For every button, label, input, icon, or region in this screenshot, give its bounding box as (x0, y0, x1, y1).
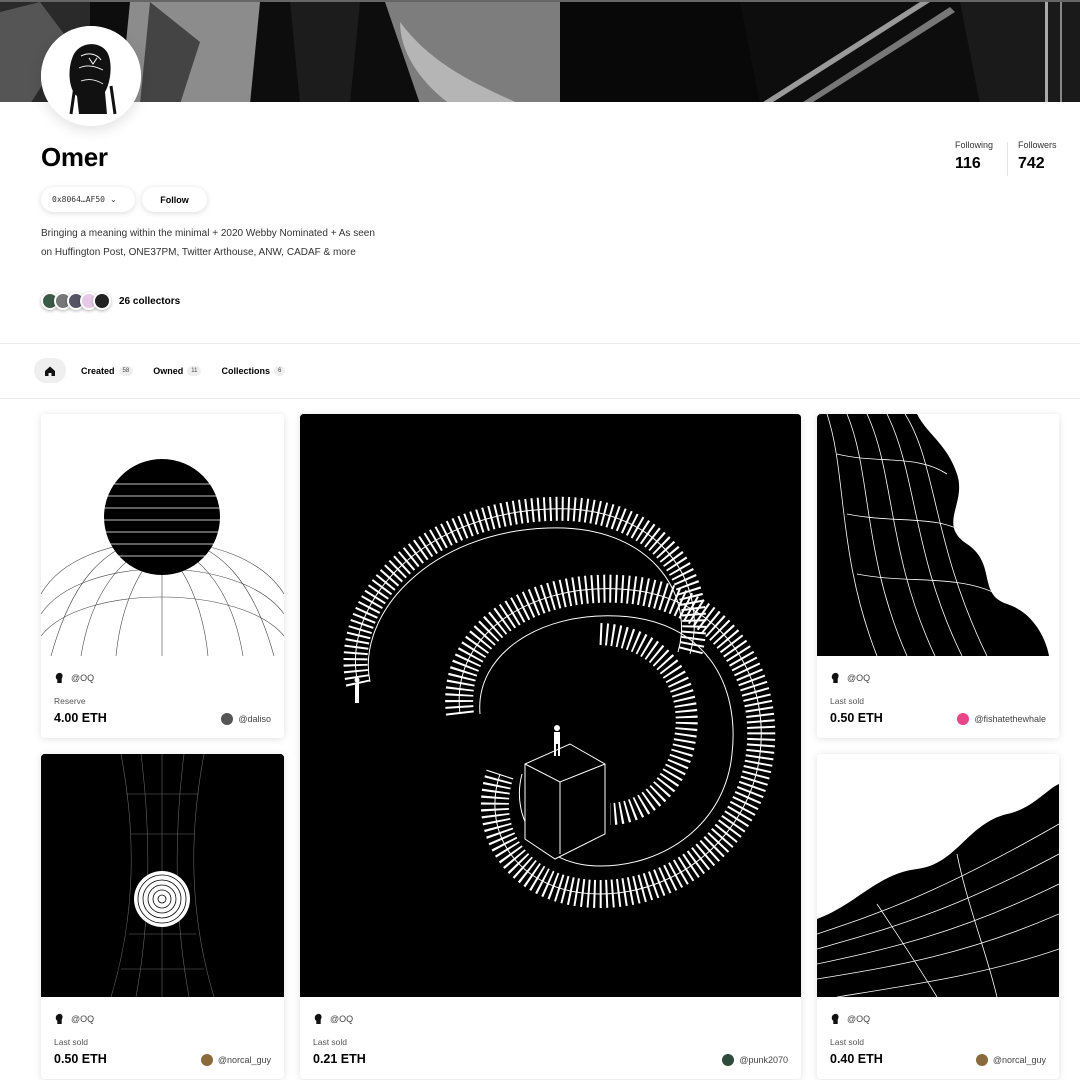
price-status-label: Last sold (830, 1037, 865, 1047)
price-status-label: Last sold (313, 1037, 348, 1047)
creator-handle: @OQ (71, 1013, 95, 1024)
tab-collections[interactable]: Collections 6 (221, 365, 286, 376)
section-divider (0, 398, 1080, 399)
nft-card[interactable]: @OQ Last sold 0.50 ETH @fishatethewhale (817, 414, 1059, 738)
price-status-label: Last sold (54, 1037, 89, 1047)
card-meta: @OQ Reserve 4.00 ETH @daliso (41, 656, 284, 738)
card-creator[interactable]: @OQ (54, 1013, 94, 1024)
profile-bio: Bringing a meaning within the minimal + … (41, 228, 375, 258)
price-value: 0.40 ETH (830, 1052, 883, 1066)
profile-name: Omer (41, 142, 108, 172)
creator-handle: @OQ (847, 672, 871, 683)
following-count: 116 (955, 155, 981, 172)
wallet-address-dropdown[interactable]: 0x8064…AF50 ⌄ (41, 187, 135, 212)
following-stat[interactable]: Following 116 (955, 140, 993, 173)
buyer-avatar (975, 1054, 988, 1066)
profile-tabs: Created 58 Owned 11 Collections 6 (34, 358, 305, 383)
price-status-label: Last sold (830, 696, 865, 706)
price-value: 0.50 ETH (54, 1052, 107, 1066)
buyer-handle: @norcal_guy (992, 1055, 1046, 1065)
tab-label: Collections (221, 365, 270, 376)
card-creator[interactable]: @OQ (313, 1013, 353, 1024)
nft-card[interactable]: @OQ Reserve 4.00 ETH @daliso (41, 414, 284, 738)
followers-stat[interactable]: Followers 742 (1018, 140, 1057, 173)
buyer-avatar (722, 1054, 735, 1066)
card-creator[interactable]: @OQ (54, 672, 94, 683)
card-creator[interactable]: @OQ (830, 672, 870, 683)
card-meta: @OQ Last sold 0.21 ETH @punk2070 (300, 997, 801, 1079)
card-meta: @OQ Last sold 0.40 ETH @norcal_guy (817, 997, 1059, 1079)
price-value: 0.21 ETH (313, 1052, 366, 1066)
card-creator[interactable]: @OQ (830, 1013, 870, 1024)
nft-card[interactable]: @OQ Last sold 0.40 ETH @norcal_guy (817, 754, 1059, 1079)
buyer-handle: @daliso (238, 714, 271, 724)
tab-count: 6 (273, 365, 286, 376)
buyer-avatar (200, 1054, 213, 1066)
nft-card[interactable]: @OQ Last sold 0.21 ETH @punk2070 (300, 414, 801, 1079)
buyer-handle: @punk2070 (739, 1055, 788, 1065)
tab-count: 11 (187, 365, 202, 376)
card-buyer[interactable]: @norcal_guy (975, 1054, 1046, 1066)
price-value: 0.50 ETH (830, 711, 883, 725)
card-buyer[interactable]: @daliso (221, 713, 271, 725)
creator-avatar-icon (314, 1013, 322, 1024)
nft-artwork[interactable] (300, 414, 801, 997)
profile-banner (0, 0, 1080, 102)
collectors-count: 26 collectors (119, 295, 181, 307)
tab-label: Owned (153, 365, 184, 376)
tab-count: 58 (118, 365, 134, 376)
price-status-label: Reserve (54, 696, 86, 706)
nft-card[interactable]: @OQ Last sold 0.50 ETH @norcal_guy (41, 754, 284, 1079)
card-buyer[interactable]: @norcal_guy (200, 1054, 271, 1066)
nft-artwork[interactable] (41, 414, 284, 656)
followers-label: Followers (1018, 140, 1057, 150)
buyer-handle: @norcal_guy (217, 1055, 271, 1065)
nft-artwork[interactable] (817, 754, 1059, 997)
stats-divider (1007, 142, 1008, 176)
following-label: Following (955, 140, 994, 150)
card-meta: @OQ Last sold 0.50 ETH @norcal_guy (41, 997, 284, 1079)
tab-label: Created (81, 365, 115, 376)
profile-avatar[interactable] (41, 26, 141, 126)
tab-owned[interactable]: Owned 11 (153, 365, 202, 376)
tab-home[interactable] (34, 358, 66, 383)
collector-avatar (93, 292, 111, 310)
card-meta: @OQ Last sold 0.50 ETH @fishatethewhale (817, 656, 1059, 738)
nft-artwork[interactable] (41, 754, 284, 997)
creator-handle: @OQ (330, 1013, 354, 1024)
buyer-handle: @fishatethewhale (974, 714, 1046, 724)
buyer-avatar (221, 713, 234, 725)
creator-handle: @OQ (847, 1013, 871, 1024)
creator-avatar-icon (55, 1013, 63, 1024)
creator-avatar-icon (831, 672, 839, 683)
follow-button[interactable]: Follow (142, 187, 207, 212)
section-divider (0, 343, 1080, 344)
price-value: 4.00 ETH (54, 711, 107, 725)
creator-avatar-icon (55, 672, 63, 683)
collectors-summary[interactable]: 26 collectors (41, 292, 180, 310)
chevron-down-icon: ⌄ (109, 195, 117, 204)
wallet-address: 0x8064…AF50 (52, 195, 105, 204)
tab-created[interactable]: Created 58 (81, 365, 134, 376)
buyer-avatar (957, 713, 970, 725)
followers-count: 742 (1018, 155, 1045, 172)
creator-handle: @OQ (71, 672, 95, 683)
nft-artwork[interactable] (817, 414, 1059, 656)
card-buyer[interactable]: @punk2070 (722, 1054, 788, 1066)
creator-avatar-icon (831, 1013, 839, 1024)
home-icon (45, 366, 55, 376)
card-buyer[interactable]: @fishatethewhale (957, 713, 1046, 725)
